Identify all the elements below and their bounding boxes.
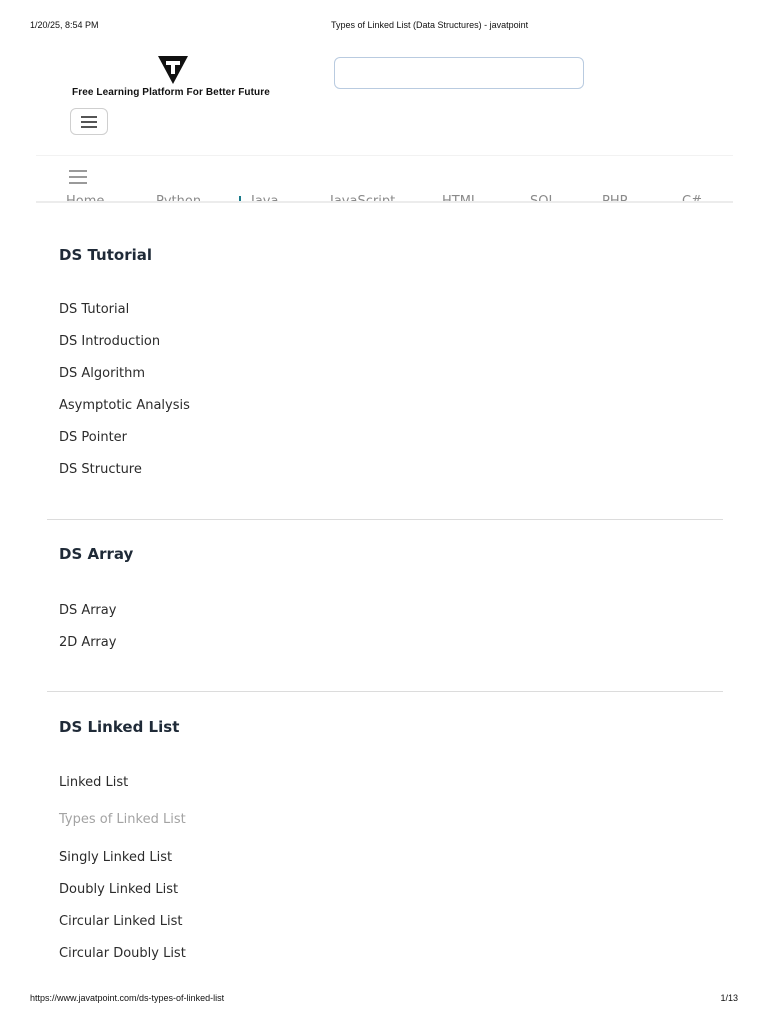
nav-active-marker	[239, 196, 241, 201]
section-title: DS Linked List	[59, 718, 180, 736]
section-title: DS Array	[59, 545, 134, 563]
print-header: 1/20/25, 8:54 PM Types of Linked List (D…	[0, 20, 768, 34]
nav-javascript[interactable]: JavaScript	[330, 194, 395, 201]
hamburger-icon	[69, 170, 87, 184]
section-title: DS Tutorial	[59, 246, 153, 264]
nav-links: Home Python Java JavaScript HTML SQL PHP…	[36, 194, 733, 201]
sidebar-link-singly-linked-list[interactable]: Singly Linked List	[59, 850, 172, 865]
print-url: https://www.javatpoint.com/ds-types-of-l…	[30, 993, 225, 1003]
site-tagline: Free Learning Platform For Better Future	[72, 87, 270, 98]
nav-html[interactable]: HTML	[442, 194, 478, 201]
print-footer: https://www.javatpoint.com/ds-types-of-l…	[0, 993, 768, 1007]
sidebar-link-asymptotic-analysis[interactable]: Asymptotic Analysis	[59, 398, 190, 413]
sidebar-link-circular-doubly-list[interactable]: Circular Doubly List	[59, 946, 186, 961]
top-navigation: Home Python Java JavaScript HTML SQL PHP…	[36, 155, 733, 203]
sidebar-link-ds-introduction[interactable]: DS Introduction	[59, 334, 160, 349]
sidebar-link-ds-structure[interactable]: DS Structure	[59, 462, 142, 477]
sidebar-link-types-of-linked-list-active[interactable]: Types of Linked List	[59, 812, 186, 827]
sidebar-link-ds-algorithm[interactable]: DS Algorithm	[59, 366, 145, 381]
print-page-title: Types of Linked List (Data Structures) -…	[331, 20, 529, 30]
nav-java[interactable]: Java	[251, 194, 278, 201]
sidebar-link-circular-linked-list[interactable]: Circular Linked List	[59, 914, 182, 929]
sidebar-link-linked-list[interactable]: Linked List	[59, 775, 128, 790]
sidebar-link-ds-pointer[interactable]: DS Pointer	[59, 430, 127, 445]
nav-sql[interactable]: SQL	[530, 194, 556, 201]
nav-toggle-button[interactable]	[69, 170, 87, 184]
sidebar-link-ds-tutorial[interactable]: DS Tutorial	[59, 302, 129, 317]
section-divider	[47, 519, 723, 520]
menu-button[interactable]	[70, 108, 108, 135]
search-input[interactable]	[334, 57, 584, 89]
print-page-number: 1/13	[720, 993, 738, 1003]
sidebar-link-2d-array[interactable]: 2D Array	[59, 635, 116, 650]
site-logo[interactable]: Free Learning Platform For Better Future	[72, 56, 287, 102]
nav-php[interactable]: PHP	[602, 194, 627, 201]
sidebar-link-ds-array[interactable]: DS Array	[59, 603, 116, 618]
nav-csharp[interactable]: C#	[682, 194, 702, 201]
section-divider	[47, 691, 723, 692]
nav-home[interactable]: Home	[66, 194, 104, 201]
nav-python[interactable]: Python	[156, 194, 201, 201]
sidebar-link-doubly-linked-list[interactable]: Doubly Linked List	[59, 882, 178, 897]
print-datetime: 1/20/25, 8:54 PM	[30, 20, 99, 30]
logo-t-icon	[158, 56, 188, 84]
hamburger-icon	[81, 115, 97, 128]
